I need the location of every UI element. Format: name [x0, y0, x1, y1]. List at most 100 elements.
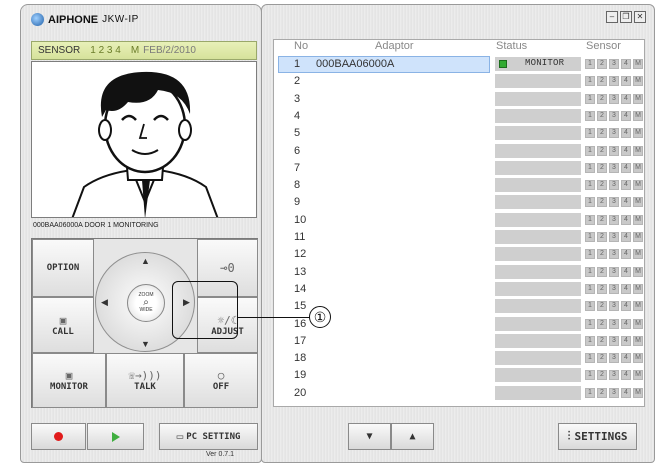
sensor-indicator: 3	[609, 266, 619, 277]
off-icon: ○	[217, 369, 225, 382]
row-status	[495, 281, 581, 296]
sensor-indicator: 4	[621, 214, 631, 225]
row-status	[495, 74, 581, 89]
table-row[interactable]: 6 1234M	[274, 143, 644, 160]
table-row[interactable]: 41234M	[274, 108, 644, 125]
sensor-indicator: 2	[597, 110, 607, 121]
arrow-down-icon[interactable]: ▼	[141, 339, 150, 349]
product-name: JKW-IP	[102, 14, 139, 25]
row-status	[495, 316, 581, 331]
playback-toolbar: ▭ PC SETTING	[31, 423, 258, 453]
table-row[interactable]: 21234M	[274, 73, 644, 90]
sensor-indicator: 4	[621, 370, 631, 381]
sensor-indicator: 3	[609, 249, 619, 260]
sensor-indicator: 2	[597, 180, 607, 191]
adaptor-table: No Adaptor Status Sensor 1 000BAA06000A MO…	[273, 39, 645, 407]
row-sensors: 1234M	[585, 301, 643, 312]
header-sensor: Sensor	[586, 40, 621, 52]
call-button[interactable]: ▣ CALL	[32, 297, 94, 353]
row-status	[495, 195, 581, 210]
off-button[interactable]: ○ OFF	[184, 353, 258, 408]
arrow-up-icon[interactable]: ▲	[141, 256, 150, 266]
talk-button[interactable]: ☏→))) TALK	[106, 353, 184, 408]
sensor-indicator: 2	[597, 370, 607, 381]
sensor-indicator: 2	[597, 76, 607, 87]
video-caption: 000BAA06000A DOOR 1 MONITORING	[33, 222, 159, 229]
arrow-down-icon: ▼	[366, 431, 373, 442]
table-row[interactable]: 9 1234M	[274, 194, 644, 211]
sensor-status-bar: SENSOR 1 2 3 4 M FEB/2/2010	[31, 41, 257, 60]
sensor-indicator: 1	[585, 318, 595, 329]
row-number: 19	[294, 369, 307, 382]
row-sensors: 1234M	[585, 387, 643, 398]
table-row[interactable]: 12 1 2 3 4 M	[274, 246, 644, 263]
table-row[interactable]: 1 000BAA06000A MONITOR 1 2 3 4 M	[274, 56, 644, 73]
table-row[interactable]: 13 1 2 3 4 M	[274, 264, 644, 281]
monitor-button[interactable]: ▣ MONITOR	[32, 353, 106, 408]
pc-setting-button[interactable]: ▭ PC SETTING	[159, 423, 258, 450]
sensor-indicator: 4	[621, 387, 631, 398]
arrow-left-icon[interactable]: ◀	[101, 297, 108, 308]
record-icon	[54, 432, 63, 441]
brand: AIPHONE JKW-IP	[31, 13, 139, 26]
row-number: 18	[294, 352, 307, 365]
sensor-indicator: M	[633, 266, 643, 277]
scroll-up-button[interactable]: ▲	[391, 423, 434, 450]
row-sensors: 1234M	[585, 162, 643, 173]
video-feed	[31, 61, 257, 218]
row-number: 15	[294, 300, 307, 313]
sensor-indicator: M	[633, 59, 643, 69]
window-controls: – ❐ ✕	[606, 11, 646, 23]
sensor-indicator: 2	[597, 162, 607, 173]
table-row[interactable]: 19 1 2 3 4 M	[274, 367, 644, 384]
row-number: 11	[294, 231, 306, 243]
restore-icon[interactable]: ❐	[620, 11, 632, 23]
sensor-indicator: 1	[585, 145, 595, 156]
row-sensors: 1234M	[585, 93, 643, 104]
table-row[interactable]: 8 1234M	[274, 177, 644, 194]
table-row[interactable]: 7 1234M	[274, 160, 644, 177]
header-no: No	[294, 40, 309, 52]
minimize-icon[interactable]: –	[606, 11, 618, 23]
table-row[interactable]: 14 1 2 3 4 M	[274, 281, 644, 298]
table-row[interactable]: 5 1234M	[274, 125, 644, 142]
table-row[interactable]: 10 1 2 3 4 M	[274, 212, 644, 229]
row-status	[495, 368, 581, 383]
play-button[interactable]	[87, 423, 144, 450]
sensor-numbers: 1 2 3 4	[90, 45, 121, 56]
settings-button[interactable]: ⫶ SETTINGS	[558, 423, 637, 450]
zoom-wide-button[interactable]: ZOOM ⌕ WIDE	[127, 284, 165, 322]
row-sensors: 1234M	[585, 249, 643, 260]
table-row[interactable]: 17 1 2 3 4 M	[274, 333, 644, 350]
row-number: 7	[294, 161, 301, 174]
row-status	[495, 212, 581, 227]
table-row[interactable]: 18 1 2 3 4 M	[274, 350, 644, 367]
option-button[interactable]: OPTION	[32, 239, 94, 297]
table-row[interactable]: 31234M	[274, 91, 644, 108]
pc-setting-label: PC SETTING	[186, 431, 241, 442]
record-button[interactable]	[31, 423, 86, 450]
sensor-indicator: 2	[597, 318, 607, 329]
callout-line	[237, 317, 312, 318]
sensor-indicator: 2	[597, 353, 607, 364]
off-label: OFF	[212, 382, 230, 392]
row-status	[495, 108, 581, 123]
table-row[interactable]: 20 1 2 3 4 M	[274, 385, 644, 402]
sensor-indicator: 1	[585, 232, 595, 242]
row-status	[495, 178, 581, 193]
close-icon[interactable]: ✕	[634, 11, 646, 23]
monitor-icon: ▣	[65, 369, 73, 382]
sensor-indicator: 3	[609, 76, 619, 87]
table-row[interactable]: 11 1 2 3 4 M	[274, 229, 644, 246]
sensor-indicator: 3	[609, 110, 619, 121]
sensor-indicator: 3	[609, 318, 619, 329]
row-status	[495, 143, 581, 158]
row-sensors: 1234M	[585, 197, 643, 208]
scroll-down-button[interactable]: ▼	[348, 423, 391, 450]
sensor-indicator: 2	[597, 387, 607, 398]
header-status: Status	[496, 40, 528, 52]
row-status	[495, 91, 581, 106]
sensor-indicator: 1	[585, 180, 595, 191]
row-adaptor: 000BAA06000A	[316, 58, 395, 70]
sensor-indicator: 1	[585, 249, 595, 260]
